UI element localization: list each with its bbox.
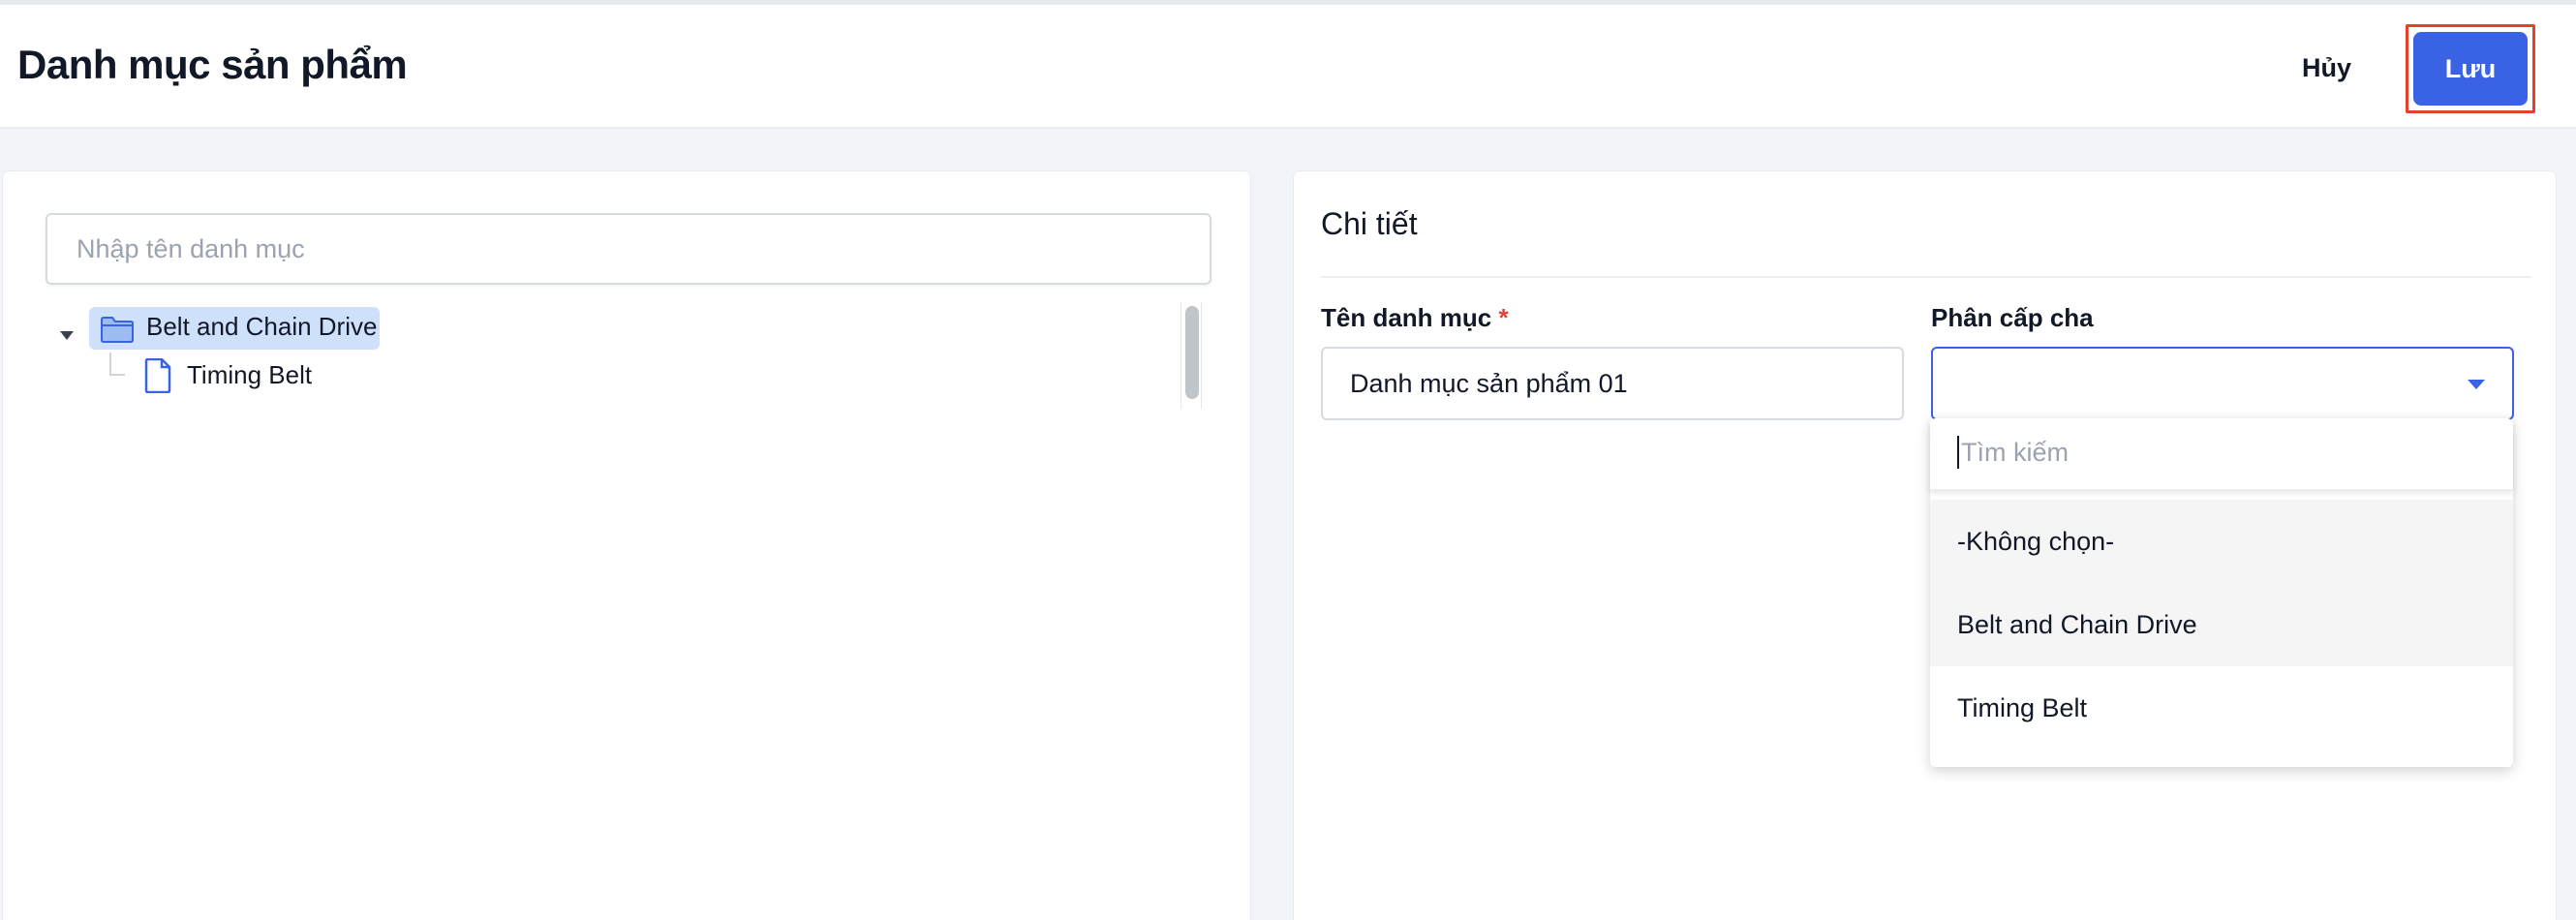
parent-category-select[interactable] (1931, 347, 2514, 420)
save-button[interactable]: Lưu (2413, 32, 2528, 106)
tree-scrollbar-thumb[interactable] (1185, 306, 1199, 399)
dropdown-option-timing-belt[interactable]: Timing Belt (1930, 666, 2513, 750)
category-tree: Belt and Chain Drive Timing Belt (46, 302, 1211, 409)
dropdown-option-belt-and-chain-drive[interactable]: Belt and Chain Drive (1930, 583, 2513, 666)
category-name-label: Tên danh mục * (1321, 303, 1509, 333)
category-name-label-text: Tên danh mục (1321, 303, 1492, 332)
cancel-button[interactable]: Hủy (2285, 44, 2368, 92)
dropdown-search-input[interactable]: Tìm kiếm (1957, 436, 2069, 469)
category-search-input[interactable]: Nhập tên danh mục (46, 213, 1211, 285)
parent-category-label: Phân cấp cha (1931, 303, 2094, 332)
tree-connector-line (109, 353, 125, 376)
page-header: Danh mục sản phẩm Hủy Lưu (0, 5, 2576, 129)
folder-icon (101, 317, 134, 343)
detail-title: Chi tiết (1321, 206, 1418, 241)
category-name-input[interactable]: Danh mục sản phẩm 01 (1321, 347, 1904, 420)
dropdown-search-box[interactable]: Tìm kiếm (1930, 418, 2513, 490)
page-title: Danh mục sản phẩm (17, 42, 408, 87)
required-mark: * (1498, 303, 1509, 332)
dropdown-option-none[interactable]: -Không chọn- (1930, 500, 2513, 583)
category-tree-panel: Nhập tên danh mục Belt and Chain Drive T… (2, 170, 1251, 920)
chevron-down-icon[interactable] (2468, 380, 2485, 389)
detail-divider (1321, 276, 2531, 278)
parent-category-dropdown: Tìm kiếm -Không chọn- Belt and Chain Dri… (1930, 418, 2513, 767)
caret-down-icon[interactable] (60, 331, 74, 340)
tree-scrollbar[interactable] (1181, 302, 1202, 409)
tree-node-timing-belt[interactable]: Timing Belt (187, 360, 312, 390)
file-icon (144, 358, 171, 393)
tree-node-belt-and-chain-drive[interactable]: Belt and Chain Drive (146, 312, 377, 342)
